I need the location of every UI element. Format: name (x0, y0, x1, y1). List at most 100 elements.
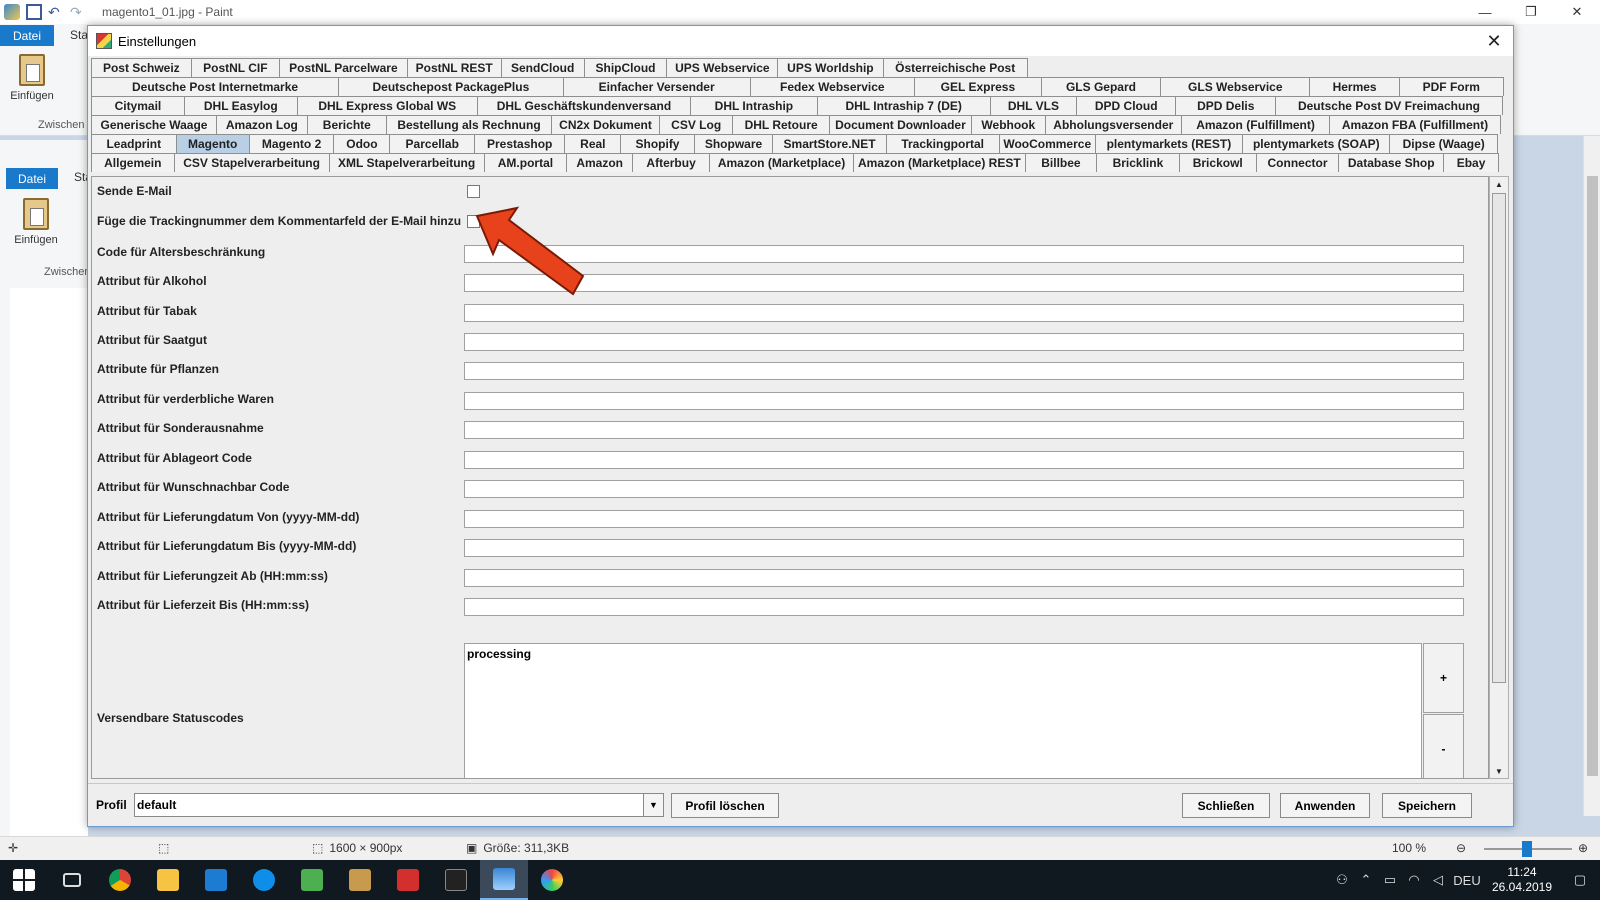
undo-icon[interactable]: ↶ (48, 4, 64, 20)
tab-bestellung-als-rechnung[interactable]: Bestellung als Rechnung (385, 115, 553, 134)
close-window-icon[interactable]: ✕ (1554, 0, 1600, 24)
date-from-input[interactable] (464, 510, 1464, 528)
tab-am-portal[interactable]: AM.portal (483, 153, 568, 172)
delete-profile-button[interactable]: Profil löschen (671, 793, 779, 818)
tab-real[interactable]: Real (564, 134, 622, 153)
tab-dhl-intraship-7-de[interactable]: DHL Intraship 7 (DE) (816, 96, 991, 115)
time-to-input[interactable] (464, 598, 1464, 616)
tab-amazon-fulfillment[interactable]: Amazon (Fulfillment) (1181, 115, 1331, 134)
clock[interactable]: 11:24 26.04.2019 (1484, 865, 1560, 895)
special-input[interactable] (464, 421, 1464, 439)
inner-paste-button[interactable]: Einfügen (10, 198, 62, 246)
tab-shopware[interactable]: Shopware (693, 134, 774, 153)
tab-cn2x-dokument[interactable]: CN2x Dokument (551, 115, 660, 134)
perishable-input[interactable] (464, 392, 1464, 410)
tab-allgemein[interactable]: Allgemein (91, 153, 175, 172)
tab-gel-express[interactable]: GEL Express (914, 77, 1042, 96)
tab-amazon-marketplace[interactable]: Amazon (Marketplace) (709, 153, 854, 172)
battery-icon[interactable]: ▭ (1378, 872, 1402, 888)
alcohol-input[interactable] (464, 274, 1464, 292)
tab-xml-stapelverarbeitung[interactable]: XML Stapelverarbeitung (328, 153, 485, 172)
tab-plentymarkets-soap[interactable]: plentymarkets (SOAP) (1242, 134, 1391, 153)
tab-ebay[interactable]: Ebay (1443, 153, 1499, 172)
chevron-down-icon[interactable]: ▼ (643, 794, 663, 816)
tab-connector[interactable]: Connector (1255, 153, 1340, 172)
time-from-input[interactable] (464, 569, 1464, 587)
file-explorer-icon[interactable] (144, 860, 192, 900)
minimize-icon[interactable]: — (1462, 0, 1508, 24)
tab-dpd-delis[interactable]: DPD Delis (1175, 96, 1277, 115)
paint-taskbar-icon[interactable] (480, 860, 528, 900)
file-tab[interactable]: Datei (0, 25, 54, 46)
teamviewer-icon[interactable] (240, 860, 288, 900)
tab-brickowl[interactable]: Brickowl (1178, 153, 1257, 172)
chrome-icon[interactable] (96, 860, 144, 900)
people-icon[interactable]: ⚇ (1330, 872, 1354, 888)
add-status-button[interactable]: + (1423, 643, 1464, 713)
dropoff-input[interactable] (464, 451, 1464, 469)
package-icon[interactable] (336, 860, 384, 900)
tab-dhl-intraship[interactable]: DHL Intraship (690, 96, 818, 115)
tab-postnl-cif[interactable]: PostNL CIF (190, 58, 281, 77)
tab-gls-webservice[interactable]: GLS Webservice (1160, 77, 1311, 96)
close-button[interactable]: Schließen (1182, 793, 1270, 818)
tab-shipcloud[interactable]: ShipCloud (583, 58, 668, 77)
paint-palette-icon[interactable] (528, 860, 576, 900)
tab-magento[interactable]: Magento (175, 134, 250, 153)
paint-vertical-scrollbar[interactable] (1583, 136, 1600, 816)
status-code-item[interactable]: processing (467, 647, 1419, 661)
dialog-close-icon[interactable]: ✕ (1481, 28, 1507, 54)
date-to-input[interactable] (464, 539, 1464, 557)
send-email-checkbox[interactable] (467, 185, 480, 198)
apply-button[interactable]: Anwenden (1280, 793, 1370, 818)
tab-document-downloader[interactable]: Document Downloader (828, 115, 973, 134)
language-indicator[interactable]: DEU (1450, 873, 1484, 888)
remove-status-button[interactable]: - (1423, 714, 1464, 778)
scroll-thumb[interactable] (1587, 176, 1598, 776)
scroll-up-icon[interactable]: ▲ (1490, 177, 1508, 191)
tab-parcellab[interactable]: Parcellab (389, 134, 476, 153)
tobacco-input[interactable] (464, 304, 1464, 322)
tab-österreichische-post[interactable]: Österreichische Post (882, 58, 1028, 77)
tab-einfacher-versender[interactable]: Einfacher Versender (562, 77, 751, 96)
tab-smartstore-net[interactable]: SmartStore.NET (772, 134, 887, 153)
neighbour-input[interactable] (464, 480, 1464, 498)
zoom-out-icon[interactable]: ⊖ (1456, 841, 1466, 855)
scroll-down-icon[interactable]: ▼ (1490, 764, 1508, 778)
tab-sendcloud[interactable]: SendCloud (500, 58, 585, 77)
notifications-icon[interactable]: ▢ (1560, 872, 1600, 888)
tab-shopify[interactable]: Shopify (620, 134, 695, 153)
task-view-icon[interactable] (48, 860, 96, 900)
tab-magento-2[interactable]: Magento 2 (248, 134, 335, 153)
tab-fedex-webservice[interactable]: Fedex Webservice (749, 77, 916, 96)
tab-bricklink[interactable]: Bricklink (1096, 153, 1180, 172)
plants-input[interactable] (464, 362, 1464, 380)
tab-amazon-marketplace-rest[interactable]: Amazon (Marketplace) REST (852, 153, 1026, 172)
tab-amazon-fba-fulfillment[interactable]: Amazon FBA (Fulfillment) (1329, 115, 1501, 134)
tab-leadprint[interactable]: Leadprint (91, 134, 177, 153)
tab-ups-worldship[interactable]: UPS Worldship (777, 58, 884, 77)
tab-dhl-vls[interactable]: DHL VLS (989, 96, 1077, 115)
tab-hermes[interactable]: Hermes (1309, 77, 1400, 96)
tab-database-shop[interactable]: Database Shop (1338, 153, 1445, 172)
tab-gls-gepard[interactable]: GLS Gepard (1040, 77, 1162, 96)
tab-webhook[interactable]: Webhook (971, 115, 1046, 134)
seeds-input[interactable] (464, 333, 1464, 351)
tab-deutsche-post-internetmarke[interactable]: Deutsche Post Internetmarke (91, 77, 340, 96)
status-codes-list[interactable]: processing (464, 643, 1422, 778)
vscode-icon[interactable] (192, 860, 240, 900)
restore-icon[interactable]: ❐ (1508, 0, 1554, 24)
tab-generische-waage[interactable]: Generische Waage (91, 115, 218, 134)
save-button[interactable]: Speichern (1382, 793, 1472, 818)
tab-dpd-cloud[interactable]: DPD Cloud (1075, 96, 1177, 115)
tab-csv-stapelverarbeitung[interactable]: CSV Stapelverarbeitung (173, 153, 330, 172)
tab-berichte[interactable]: Berichte (306, 115, 387, 134)
tab-csv-log[interactable]: CSV Log (658, 115, 734, 134)
tab-deutschepost-packageplus[interactable]: Deutschepost PackagePlus (338, 77, 564, 96)
redo-icon[interactable]: ↷ (70, 4, 86, 20)
tab-citymail[interactable]: Citymail (91, 96, 185, 115)
tab-ups-webservice[interactable]: UPS Webservice (666, 58, 779, 77)
zoom-slider-thumb[interactable] (1522, 841, 1532, 857)
chevron-up-icon[interactable]: ⌃ (1354, 872, 1378, 888)
windows-start-icon[interactable] (0, 860, 48, 900)
